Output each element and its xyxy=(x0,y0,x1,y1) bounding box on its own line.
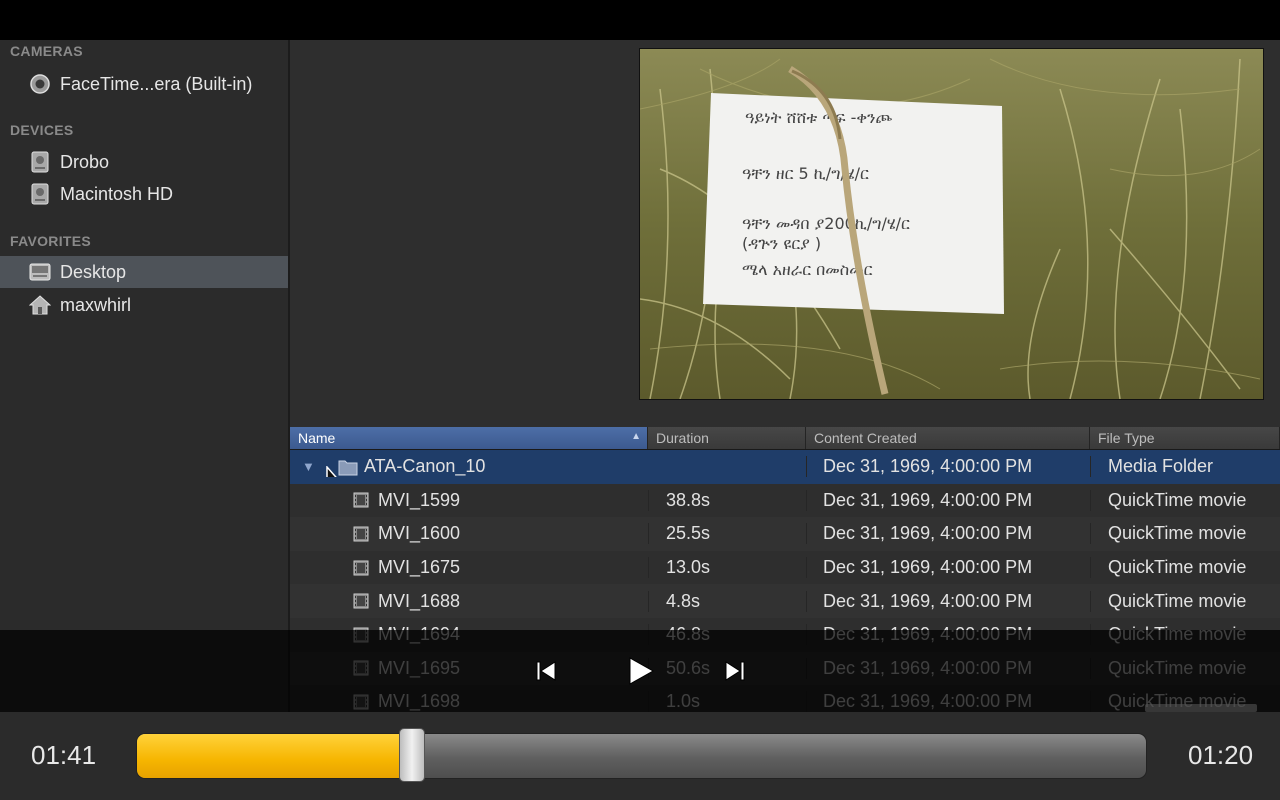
type-cell: QuickTime movie xyxy=(1090,523,1280,545)
seek-slider-thumb[interactable] xyxy=(399,728,425,782)
media-import-window: CAMERAS FaceTime...era (Built-in) DEVICE… xyxy=(0,40,1280,712)
movie-file-icon xyxy=(353,526,369,542)
previous-button[interactable] xyxy=(530,656,562,686)
file-name: MVI_1599 xyxy=(378,489,461,510)
created-cell: Dec 31, 1969, 4:00:00 PM xyxy=(806,590,1090,612)
remaining-time: 01:20 xyxy=(1188,740,1254,770)
sidebar-header-devices: DEVICES xyxy=(10,122,74,138)
table-row[interactable]: MVI_1599 38.8s Dec 31, 1969, 4:00:00 PM Qui… xyxy=(290,484,1280,518)
sidebar-item-label: Macintosh HD xyxy=(60,183,174,204)
type-cell: QuickTime movie xyxy=(1090,489,1280,511)
movie-file-icon xyxy=(353,492,369,508)
duration-cell: 38.8s xyxy=(648,489,806,511)
sidebar-item-label: Drobo xyxy=(60,151,110,172)
elapsed-time: 01:41 xyxy=(31,740,97,770)
sidebar-item-label: maxwhirl xyxy=(60,294,132,315)
sidebar-item-drobo[interactable]: Drobo xyxy=(0,146,288,178)
sidebar-item-maxwhirl[interactable]: maxwhirl xyxy=(0,289,288,321)
table-row[interactable]: MVI_1675 13.0s Dec 31, 1969, 4:00:00 PM Qui… xyxy=(290,551,1280,585)
playback-controls-overlay xyxy=(0,630,1280,712)
sign-text-line: ሜላ አዘራር በመስመር xyxy=(742,260,873,279)
duration-cell: 4.8s xyxy=(648,590,806,612)
desktop-icon xyxy=(29,261,51,283)
column-header-duration[interactable]: Duration xyxy=(648,427,806,449)
table-row[interactable]: MVI_1688 4.8s Dec 31, 1969, 4:00:00 PM Quic… xyxy=(290,584,1280,618)
type-cell: QuickTime movie xyxy=(1090,557,1280,579)
sidebar-item-macintosh-hd[interactable]: Macintosh HD xyxy=(0,178,288,210)
next-button[interactable] xyxy=(719,656,751,686)
sidebar-item-facetime-camera[interactable]: FaceTime...era (Built-in) xyxy=(0,68,288,100)
play-button[interactable] xyxy=(623,656,659,686)
file-name: MVI_1600 xyxy=(378,523,461,544)
file-name: MVI_1675 xyxy=(378,557,461,578)
skip-back-icon xyxy=(536,661,556,681)
movie-file-icon xyxy=(353,560,369,576)
watermark xyxy=(1145,704,1257,712)
created-cell: Dec 31, 1969, 4:00:00 PM xyxy=(806,523,1090,545)
mouse-cursor-icon xyxy=(326,465,346,478)
seek-slider[interactable] xyxy=(136,733,1147,779)
skip-forward-icon xyxy=(725,661,745,681)
sign-text-line: ዓይነት ሸሸቱ ጣፍ -ቀንጮ xyxy=(745,108,893,127)
camera-icon xyxy=(29,73,51,95)
scrubber-bar: 01:41 01:20 xyxy=(0,712,1280,800)
created-cell: Dec 31, 1969, 4:00:00 PM xyxy=(806,456,1090,478)
table-row[interactable]: MVI_1600 25.5s Dec 31, 1969, 4:00:00 PM Qui… xyxy=(290,517,1280,551)
sign-text-line: ዓቸን ዘር 5 ኪ/ግ/ሄ/ር xyxy=(742,164,869,183)
home-icon xyxy=(29,294,51,316)
created-cell: Dec 31, 1969, 4:00:00 PM xyxy=(806,557,1090,579)
file-name: MVI_1688 xyxy=(378,590,461,611)
created-cell: Dec 31, 1969, 4:00:00 PM xyxy=(806,489,1090,511)
column-header-name[interactable]: Name ▲ xyxy=(290,427,648,449)
sidebar: CAMERAS FaceTime...era (Built-in) DEVICE… xyxy=(0,40,290,712)
movie-file-icon xyxy=(353,593,369,609)
table-row-folder[interactable]: ▼ ATA-Canon_10 Dec 31, 1969, 4:00:00 PM … xyxy=(290,450,1280,484)
type-cell: Media Folder xyxy=(1090,456,1280,478)
drive-icon xyxy=(29,183,51,205)
sign-text-line: ዓቸን መዳበ ያ200ኪ/ግ/ሄ/ር xyxy=(742,214,910,233)
sidebar-item-label: FaceTime...era (Built-in) xyxy=(60,73,253,94)
column-header-content-created[interactable]: Content Created xyxy=(806,427,1090,449)
sidebar-item-label: Desktop xyxy=(60,261,127,282)
sign-text-line: (ዳጕን ዩርያ ) xyxy=(742,234,821,253)
sidebar-header-cameras: CAMERAS xyxy=(10,43,83,59)
type-cell: QuickTime movie xyxy=(1090,590,1280,612)
column-header-file-type[interactable]: File Type xyxy=(1090,427,1280,449)
duration-cell: 13.0s xyxy=(648,557,806,579)
sidebar-item-desktop[interactable]: Desktop xyxy=(0,256,288,288)
table-header: Name ▲ Duration Content Created File Typ… xyxy=(290,427,1280,450)
video-preview[interactable]: ዓይነት ሸሸቱ ጣፍ -ቀንጮ ዓቸን ዘር 5 ኪ/ግ/ሄ/ር ዓቸን መዳ… xyxy=(639,48,1264,400)
sort-ascending-icon: ▲ xyxy=(631,431,641,442)
drive-icon xyxy=(29,151,51,173)
seek-slider-progress xyxy=(137,734,413,778)
disclosure-triangle-icon[interactable]: ▼ xyxy=(302,459,316,474)
play-icon xyxy=(629,657,655,685)
sidebar-header-favorites: FAVORITES xyxy=(10,233,92,249)
folder-name: ATA-Canon_10 xyxy=(364,456,486,477)
duration-cell: 25.5s xyxy=(648,523,806,545)
